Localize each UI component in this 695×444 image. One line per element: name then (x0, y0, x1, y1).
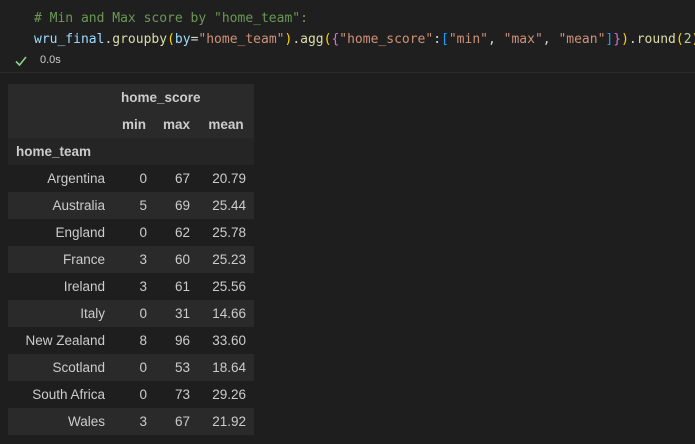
row-team: England (8, 219, 113, 246)
table-row: Argentina 0 67 20.79 (8, 165, 255, 192)
cell-max: 69 (155, 192, 199, 219)
index-header-blank (8, 84, 113, 111)
column-header-min: min (113, 111, 155, 138)
execution-time: 0.0s (40, 54, 61, 66)
index-name-row: home_team (8, 138, 255, 165)
code-token-string: "home_score" (339, 32, 434, 47)
code-token-groupby: groupby (112, 32, 168, 47)
code-comment: # Min and Max score by "home_team": (34, 11, 308, 26)
row-team: South Africa (8, 381, 113, 408)
cell-max: 67 (155, 165, 199, 192)
table-row: Ireland 3 61 25.56 (8, 273, 255, 300)
dataframe-table: home_score min max mean home_team Argent… (8, 84, 255, 435)
code-token-string: "min" (448, 32, 488, 47)
index-name-blank (113, 138, 155, 165)
code-token-paren: ( (167, 32, 175, 47)
code-token-comma: , (488, 32, 504, 47)
index-name: home_team (8, 138, 113, 165)
table-row: Australia 5 69 25.44 (8, 192, 255, 219)
table-row: Scotland 0 53 18.64 (8, 354, 255, 381)
table-subheader-row: min max mean (8, 111, 255, 138)
cell-mean: 18.64 (198, 354, 255, 381)
cell-output: home_score min max mean home_team Argent… (8, 84, 255, 435)
row-team: Australia (8, 192, 113, 219)
code-token-bracket: [ (441, 32, 449, 47)
cell-max: 73 (155, 381, 199, 408)
index-name-blank (198, 138, 255, 165)
code-token-kwarg: by (174, 32, 191, 47)
code-token-string: "home_team" (198, 32, 285, 47)
cell-mean: 21.92 (198, 408, 255, 435)
cell-mean: 20.79 (198, 165, 255, 192)
cell-min: 3 (113, 273, 155, 300)
check-icon (15, 56, 27, 67)
cell-mean: 29.26 (198, 381, 255, 408)
cell-max: 53 (155, 354, 199, 381)
cell-max: 96 (155, 327, 199, 354)
row-team: Italy (8, 300, 113, 327)
code-token-dot: . (628, 32, 637, 47)
table-row: France 3 60 25.23 (8, 246, 255, 273)
code-token-brace: } (613, 32, 622, 47)
row-team: Wales (8, 408, 113, 435)
index-name-blank (155, 138, 199, 165)
code-token-paren: ) (692, 32, 695, 47)
cell-min: 0 (113, 300, 155, 327)
code-token-paren: ) (621, 32, 629, 47)
cell-min: 0 (113, 354, 155, 381)
table-row: South Africa 0 73 29.26 (8, 381, 255, 408)
cell-status-bar: 0.0s (0, 50, 695, 73)
cell-max: 67 (155, 408, 199, 435)
code-token-colon: : (433, 32, 442, 47)
column-header-max: max (155, 111, 199, 138)
table-row: Italy 0 31 14.66 (8, 300, 255, 327)
code-token-dot: . (292, 32, 301, 47)
cell-min: 5 (113, 192, 155, 219)
index-subheader-blank (8, 111, 113, 138)
row-team: New Zealand (8, 327, 113, 354)
cell-mean: 25.23 (198, 246, 255, 273)
cell-mean: 25.56 (198, 273, 255, 300)
cell-mean: 14.66 (198, 300, 255, 327)
cell-mean: 25.44 (198, 192, 255, 219)
code-token-comma: , (542, 32, 559, 47)
group-header: home_score (113, 84, 255, 111)
row-team: France (8, 246, 113, 273)
cell-max: 60 (155, 246, 199, 273)
code-line-statement: wru_final.groupby(by="home_team").agg({"… (34, 29, 695, 50)
cell-min: 3 (113, 408, 155, 435)
table-row: England 0 62 25.78 (8, 219, 255, 246)
code-token-number: 2 (683, 32, 692, 47)
cell-min: 0 (113, 165, 155, 192)
cell-min: 3 (113, 246, 155, 273)
code-token-round: round (636, 32, 676, 47)
cell-max: 61 (155, 273, 199, 300)
code-token-paren: ( (675, 32, 684, 47)
code-line-comment: # Min and Max score by "home_team": (34, 8, 308, 29)
table-row: New Zealand 8 96 33.60 (8, 327, 255, 354)
cell-max: 62 (155, 219, 199, 246)
row-team: Ireland (8, 273, 113, 300)
cell-min: 0 (113, 381, 155, 408)
row-team: Argentina (8, 165, 113, 192)
code-token-string: "max" (503, 32, 543, 47)
row-team: Scotland (8, 354, 113, 381)
code-token-string: "mean" (558, 32, 606, 47)
code-cell[interactable]: # Min and Max score by "home_team": wru_… (0, 0, 695, 50)
cell-mean: 33.60 (198, 327, 255, 354)
code-token-agg: agg (300, 32, 324, 47)
code-token-variable: wru_final (34, 32, 105, 47)
cell-min: 8 (113, 327, 155, 354)
cell-min: 0 (113, 219, 155, 246)
cell-max: 31 (155, 300, 199, 327)
table-row: Wales 3 67 21.92 (8, 408, 255, 435)
column-header-mean: mean (198, 111, 255, 138)
table-header-row: home_score (8, 84, 255, 111)
cell-mean: 25.78 (198, 219, 255, 246)
